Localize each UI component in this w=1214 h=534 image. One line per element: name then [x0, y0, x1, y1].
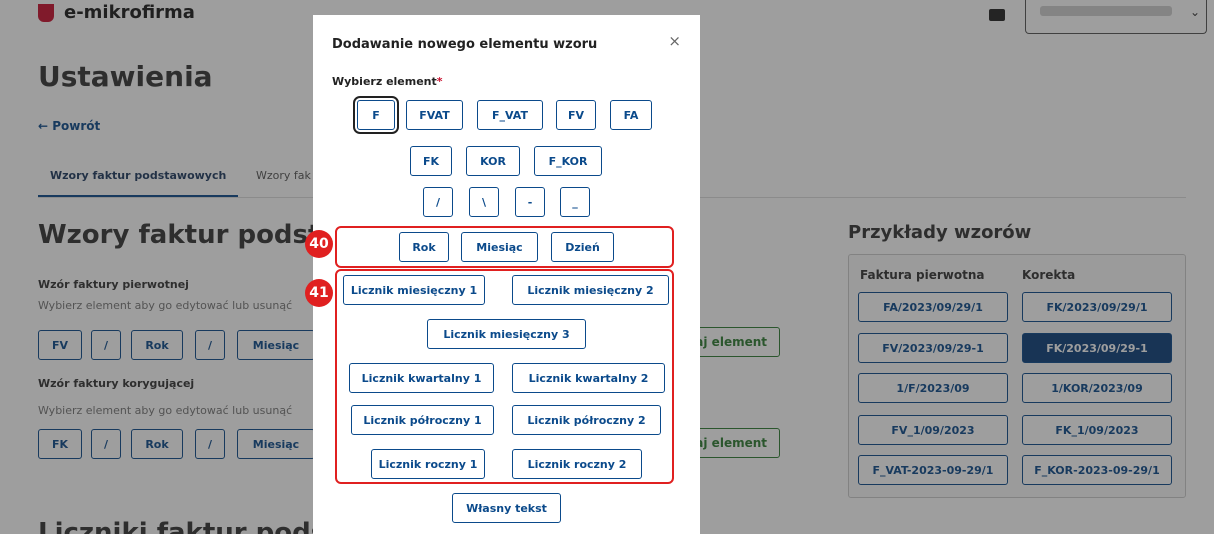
- element-option-underscore[interactable]: _: [560, 187, 590, 217]
- annotation-box-date-group: [335, 226, 674, 268]
- element-option-fk[interactable]: FK: [410, 146, 452, 176]
- required-mark: *: [436, 75, 443, 88]
- element-option-slash[interactable]: /: [423, 187, 453, 217]
- field-label: Wybierz element*: [332, 75, 443, 88]
- annotation-badge: 41: [305, 279, 333, 307]
- element-option-custom-text[interactable]: Własny tekst: [452, 493, 561, 523]
- element-option-f-vat[interactable]: F_VAT: [477, 100, 543, 130]
- element-option-f[interactable]: F: [353, 96, 399, 134]
- modal-title: Dodawanie nowego elementu wzoru: [332, 37, 598, 52]
- annotation-badge: 40: [305, 230, 333, 258]
- element-option-dash[interactable]: -: [515, 187, 545, 217]
- element-option-backslash[interactable]: \: [469, 187, 499, 217]
- element-option-kor[interactable]: KOR: [466, 146, 520, 176]
- element-option-f-kor[interactable]: F_KOR: [534, 146, 602, 176]
- annotation-box-counter-group: [335, 269, 674, 484]
- close-icon[interactable]: ×: [668, 32, 681, 50]
- element-option-fa[interactable]: FA: [610, 100, 652, 130]
- element-option-fv[interactable]: FV: [556, 100, 596, 130]
- field-label-text: Wybierz element: [332, 75, 437, 88]
- element-option-fvat[interactable]: FVAT: [406, 100, 463, 130]
